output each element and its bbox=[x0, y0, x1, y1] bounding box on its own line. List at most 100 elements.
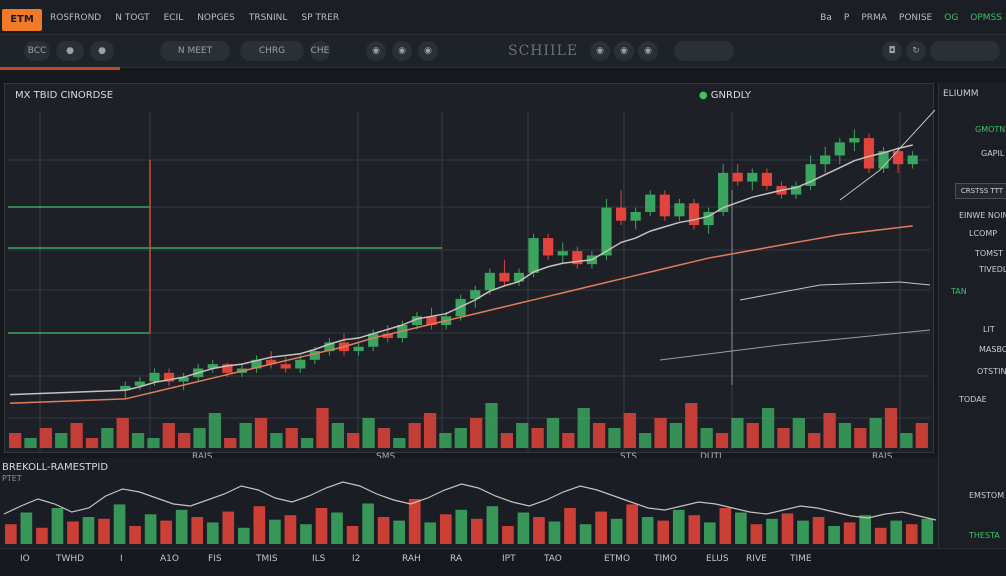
bottom-axis-label: FIS bbox=[208, 554, 222, 564]
candle-body bbox=[630, 211, 641, 221]
oscillator-bar bbox=[408, 499, 421, 544]
oscillator-bar bbox=[455, 509, 468, 544]
volume-bar bbox=[485, 403, 498, 448]
side-item[interactable]: TIVEDLN bbox=[979, 265, 1006, 274]
price-chart[interactable] bbox=[0, 0, 938, 548]
candle-body bbox=[528, 238, 539, 273]
side-item[interactable]: TOMST bbox=[975, 249, 1003, 258]
candle-body bbox=[761, 172, 772, 186]
oscillator-bar bbox=[284, 515, 297, 544]
oscillator-bar bbox=[828, 526, 840, 544]
candle-body bbox=[834, 142, 845, 156]
oscillator-bar bbox=[222, 511, 235, 544]
bottom-axis-label: ETMO bbox=[604, 554, 631, 564]
volume-bar bbox=[270, 433, 283, 448]
volume-bar bbox=[792, 418, 805, 448]
oscillator-bar bbox=[533, 517, 545, 544]
candle-body bbox=[280, 364, 291, 369]
volume-bar bbox=[654, 418, 667, 448]
volume-bar bbox=[193, 428, 206, 448]
oscillator-bar bbox=[859, 515, 871, 544]
oscillator-bar bbox=[797, 520, 809, 544]
candle-body bbox=[543, 238, 554, 256]
oscillator-bar bbox=[393, 520, 405, 544]
oscillator-bar bbox=[517, 512, 530, 544]
volume-bar bbox=[715, 433, 729, 448]
candle-body bbox=[353, 346, 364, 352]
bottom-axis-label: TIMO bbox=[654, 554, 678, 564]
oscillator-bar bbox=[67, 521, 79, 544]
candle-body bbox=[615, 207, 627, 221]
oscillator-bar bbox=[657, 520, 670, 544]
oscillator-bar bbox=[144, 514, 157, 544]
volume-bar bbox=[316, 408, 329, 448]
candle-body bbox=[820, 155, 831, 165]
volume-bar bbox=[24, 438, 37, 448]
oscillator-bar bbox=[36, 527, 48, 544]
oscillator-bar bbox=[735, 512, 747, 544]
side-action-button[interactable]: CRSTSS TTT bbox=[955, 183, 1006, 199]
right-sidebar: ELIUMM GMOTN GAPIL CRSTSS TTT EINWE NOIM… bbox=[938, 83, 1006, 548]
top-right-item[interactable]: OPMSS bbox=[970, 13, 1002, 23]
candle-body bbox=[149, 372, 160, 382]
volume-bar bbox=[377, 428, 391, 448]
volume-bar bbox=[454, 428, 467, 448]
volume-bar bbox=[208, 413, 222, 448]
bottom-axis-label: I2 bbox=[352, 554, 361, 564]
oscillator-bar bbox=[502, 526, 514, 544]
volume-bar bbox=[685, 403, 698, 448]
side-item[interactable]: EMSTOM bbox=[969, 491, 1004, 500]
side-item[interactable]: TODAE bbox=[959, 395, 987, 404]
oscillator-bar bbox=[439, 514, 452, 544]
oscillator-bar bbox=[175, 509, 188, 544]
side-item[interactable]: ELIUMM bbox=[943, 89, 978, 99]
side-item[interactable]: MASBOM bbox=[979, 345, 1006, 354]
bottom-axis-label: RAH bbox=[402, 554, 421, 564]
oscillator-bar bbox=[610, 518, 623, 544]
toolbar-pill[interactable] bbox=[930, 41, 1000, 61]
oscillator-bar bbox=[548, 521, 561, 544]
volume-bar bbox=[761, 408, 775, 448]
oscillator-bar bbox=[843, 522, 856, 544]
bottom-axis-label: ILS bbox=[312, 554, 326, 564]
volume-bar bbox=[854, 428, 867, 448]
oscillator-bar bbox=[486, 506, 499, 544]
oscillator-bar bbox=[82, 517, 95, 544]
side-item[interactable]: GMOTN bbox=[975, 125, 1005, 134]
candle-body bbox=[295, 359, 306, 369]
bottom-axis-label: IPT bbox=[502, 554, 516, 564]
volume-bar bbox=[131, 433, 145, 448]
oscillator-bar bbox=[269, 519, 281, 544]
oscillator-bar bbox=[704, 522, 716, 544]
candle-body bbox=[849, 138, 860, 143]
side-item[interactable]: OTSTIN bbox=[977, 367, 1006, 376]
side-item[interactable]: TAN bbox=[951, 287, 967, 296]
candle-body bbox=[732, 172, 743, 182]
side-item[interactable]: THESTA bbox=[969, 531, 1000, 540]
bottom-axis-label: TMIS bbox=[256, 554, 278, 564]
volume-bar bbox=[147, 438, 160, 448]
candle-body bbox=[659, 194, 670, 217]
side-item[interactable]: LCOMP bbox=[969, 229, 997, 238]
oscillator-bar bbox=[781, 513, 794, 544]
volume-bar bbox=[915, 423, 928, 448]
oscillator-bar bbox=[206, 522, 219, 544]
side-item[interactable]: EINWE NOIM bbox=[959, 211, 1006, 220]
volume-bar bbox=[531, 428, 544, 448]
side-item[interactable]: LIT bbox=[983, 325, 995, 334]
bottom-axis-bar: IO TWHD I A1O FIS TMIS ILS I2 RAH RA IPT TAO ETMO TIM… bbox=[0, 548, 1006, 576]
volume-bar bbox=[869, 418, 882, 448]
candle-body bbox=[747, 172, 758, 182]
oscillator-bar bbox=[238, 527, 250, 544]
volume-bar bbox=[285, 428, 298, 448]
oscillator-bar bbox=[812, 517, 825, 544]
side-item[interactable]: GAPIL bbox=[981, 149, 1004, 158]
volume-bar bbox=[101, 428, 114, 448]
volume-bar bbox=[838, 423, 852, 448]
volume-bar bbox=[408, 423, 421, 448]
volume-bar bbox=[777, 428, 790, 448]
volume-bar bbox=[900, 433, 913, 448]
oscillator-bar bbox=[672, 509, 685, 544]
oscillator-bar bbox=[51, 508, 64, 544]
top-right-item[interactable]: OG bbox=[944, 13, 958, 23]
